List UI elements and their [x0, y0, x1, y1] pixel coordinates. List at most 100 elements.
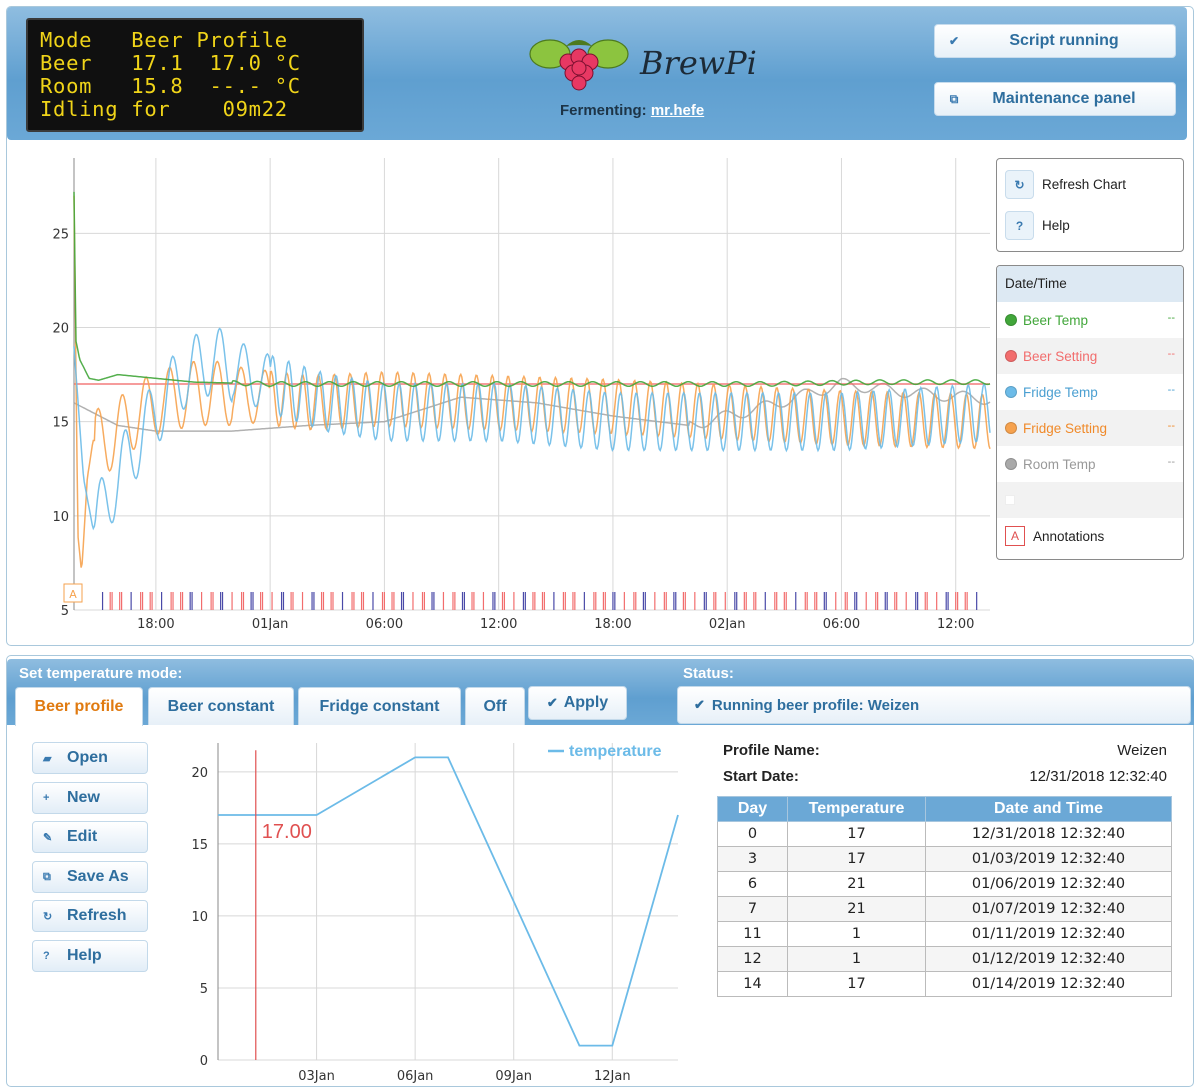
new-button[interactable]: + New [32, 782, 148, 814]
legend-item-room-temp[interactable]: Room Temp -- [997, 446, 1183, 482]
cell-date-time: 12/31/2018 12:32:40 [925, 821, 1172, 847]
cell-temperature: 17 [787, 821, 926, 847]
tab-off[interactable]: Off [465, 687, 525, 725]
lcd-line: Idling for 09m22 [40, 97, 288, 121]
y-tick-label: 20 [52, 322, 69, 337]
maintenance-panel-label: Maintenance panel [992, 90, 1136, 107]
cell-date-time: 01/06/2019 12:32:40 [925, 871, 1172, 897]
series-line-fridge-temp [73, 327, 991, 531]
annotations-label: Annotations [1033, 528, 1105, 544]
open-button[interactable]: ▰ Open [32, 742, 148, 774]
cell-temperature: 1 [787, 921, 926, 947]
refresh-button[interactable]: ↻ Refresh [32, 900, 148, 932]
save-as-button[interactable]: ⧉ Save As [32, 861, 148, 893]
help-label: Help [67, 947, 102, 964]
lcd-line: Mode Beer Profile [40, 28, 288, 52]
chart-help-button[interactable]: ? Help [1005, 211, 1070, 240]
mode-title: Set temperature mode: [19, 665, 183, 682]
start-date-label: Start Date: [723, 768, 799, 785]
window-icon: ⧉ [949, 91, 959, 106]
table-row[interactable]: 7 21 01/07/2019 12:32:40 [717, 896, 1172, 922]
start-date-value: 12/31/2018 12:32:40 [1029, 768, 1167, 785]
legend-item-fridge-setting[interactable]: Fridge Setting -- [997, 410, 1183, 446]
apply-button[interactable]: ✔ Apply [528, 686, 627, 720]
legend-label: Fridge Temp [1023, 384, 1098, 400]
legend-label: Beer Setting [1023, 348, 1098, 364]
beer-profile-chart[interactable]: 0 5 10 15 20 03Jan 06Jan 09Jan 12Jan 17.00 tempera… [180, 735, 690, 1085]
refresh-chart-button[interactable]: ↻ Refresh Chart [1005, 170, 1126, 199]
lcd-display: Mode Beer Profile Beer 17.1 17.0 °C Room… [26, 18, 364, 132]
lcd-line: Beer 17.1 17.0 °C [40, 51, 301, 75]
raspberry-icon [529, 39, 629, 91]
legend-label: Fridge Setting [1023, 420, 1108, 436]
x-tick-label: 03Jan [298, 1069, 335, 1084]
apply-label: Apply [563, 694, 609, 711]
cell-date-time: 01/12/2019 12:32:40 [925, 946, 1172, 972]
new-label: New [67, 789, 100, 806]
legend-value: -- [1167, 348, 1175, 360]
script-running-label: Script running [1009, 32, 1119, 49]
x-tick-label: 12:00 [937, 617, 974, 630]
legend-item-beer-temp[interactable]: Beer Temp -- [997, 302, 1183, 338]
cell-temperature: 21 [787, 896, 926, 922]
checkbox-icon[interactable] [1005, 495, 1015, 505]
column-header-day: Day [717, 796, 788, 822]
status-box: ✔ Running beer profile: Weizen [677, 686, 1191, 724]
table-row[interactable]: 14 17 01/14/2019 12:32:40 [717, 971, 1172, 997]
plus-icon: + [43, 792, 50, 804]
legend-label: Room Temp [1023, 456, 1096, 472]
script-running-button[interactable]: ✔ Script running [934, 24, 1176, 58]
y-tick-label: 5 [200, 982, 208, 997]
table-row[interactable]: 12 1 01/12/2019 12:32:40 [717, 946, 1172, 972]
profile-table: Day Temperature Date and Time 0 17 12/31… [717, 796, 1172, 997]
cell-day: 6 [717, 871, 788, 897]
tab-beer-constant[interactable]: Beer constant [148, 687, 294, 725]
help-button[interactable]: ? Help [32, 940, 148, 972]
brewpi-logo: BrewPi [529, 39, 757, 91]
temperature-history-chart[interactable]: 5 10 15 20 25 18:00 01Jan 06:00 12:00 18:00 02Jan 0… [40, 150, 1000, 630]
legend-label-temperature: temperature [569, 743, 662, 760]
check-icon: ✔ [948, 34, 960, 48]
legend-item-fridge-temp[interactable]: Fridge Temp -- [997, 374, 1183, 410]
check-icon: ✔ [694, 697, 705, 712]
profile-name-label: Profile Name: [723, 742, 820, 759]
chart-help-label: Help [1042, 218, 1070, 233]
series-line-beer-temp [73, 191, 991, 388]
legend-item-empty[interactable] [997, 482, 1183, 518]
series-dot-icon [1005, 350, 1017, 362]
y-tick-label: 5 [61, 604, 69, 619]
status-text: Running beer profile: Weizen [711, 696, 920, 714]
refresh-icon: ↻ [1005, 170, 1034, 199]
tab-fridge-constant[interactable]: Fridge constant [298, 687, 461, 725]
column-header-date-time: Date and Time [925, 796, 1172, 822]
x-tick-label: 02Jan [709, 617, 746, 630]
legend-item-annotations[interactable]: A Annotations [997, 518, 1183, 554]
x-tick-label: 06:00 [366, 617, 403, 630]
cell-day: 0 [717, 821, 788, 847]
cell-day: 3 [717, 846, 788, 872]
legend-item-beer-setting[interactable]: Beer Setting -- [997, 338, 1183, 374]
table-row[interactable]: 6 21 01/06/2019 12:32:40 [717, 871, 1172, 897]
series-dot-icon [1005, 314, 1017, 326]
table-row[interactable]: 3 17 01/03/2019 12:32:40 [717, 846, 1172, 872]
copy-icon: ⧉ [43, 870, 51, 883]
table-row[interactable]: 11 1 01/11/2019 12:32:40 [717, 921, 1172, 947]
x-tick-label: 18:00 [594, 617, 631, 630]
tab-beer-profile[interactable]: Beer profile [15, 687, 143, 726]
edit-button[interactable]: ✎ Edit [32, 821, 148, 853]
x-tick-label: 12Jan [594, 1069, 631, 1084]
annotation-icon: A [1005, 526, 1025, 546]
beer-name-link[interactable]: mr.hefe [651, 102, 704, 119]
profile-name-row: Profile Name: Weizen [723, 742, 1167, 759]
cell-date-time: 01/03/2019 12:32:40 [925, 846, 1172, 872]
y-tick-label: 15 [191, 838, 208, 853]
y-tick-label: 0 [200, 1054, 208, 1069]
series-dot-icon [1005, 422, 1017, 434]
cell-date-time: 01/07/2019 12:32:40 [925, 896, 1172, 922]
maintenance-panel-button[interactable]: ⧉ Maintenance panel [934, 82, 1176, 116]
logo-text: BrewPi [639, 44, 757, 82]
edit-label: Edit [67, 828, 98, 845]
table-row[interactable]: 0 17 12/31/2018 12:32:40 [717, 821, 1172, 847]
x-tick-label: 09Jan [495, 1069, 532, 1084]
start-date-row: Start Date: 12/31/2018 12:32:40 [723, 768, 1167, 785]
